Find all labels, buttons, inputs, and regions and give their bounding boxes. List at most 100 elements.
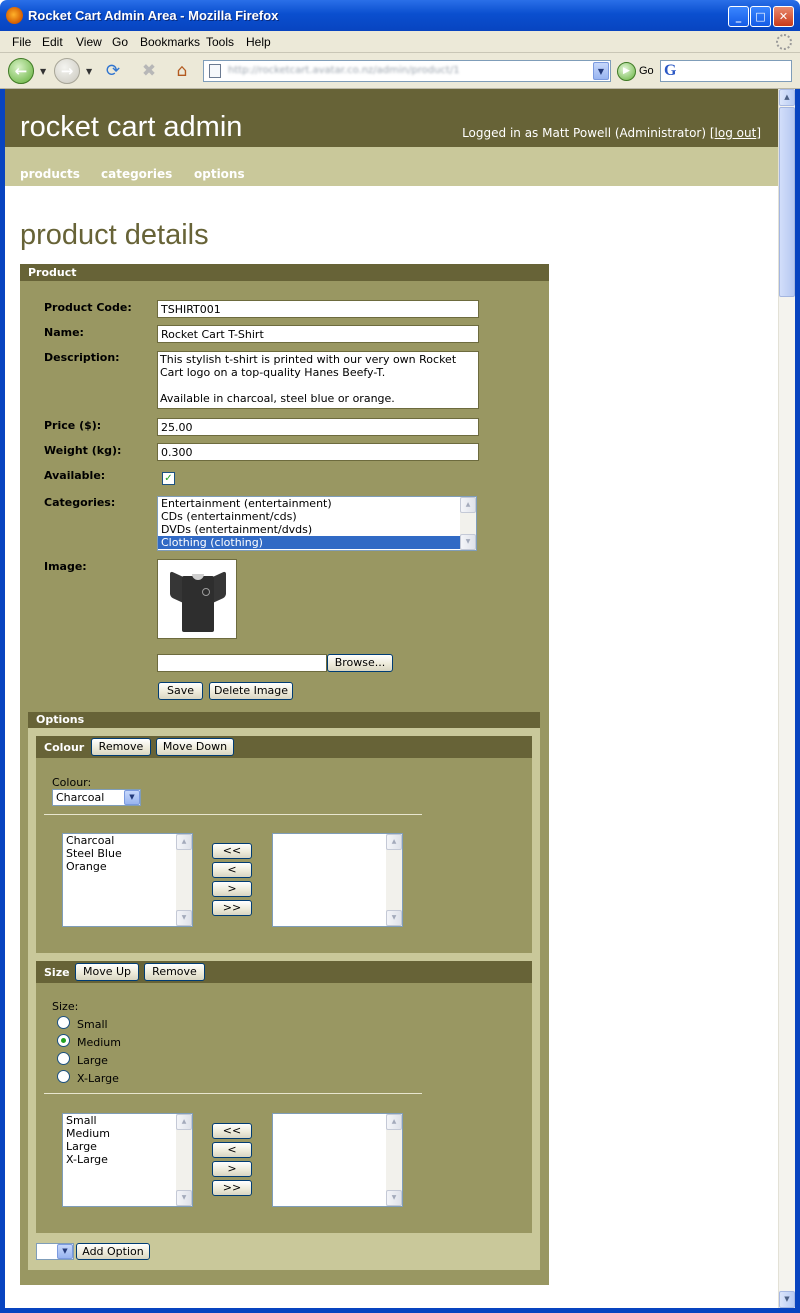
- scroll-thumb[interactable]: [779, 107, 795, 297]
- scroll-down-icon[interactable]: ▼: [386, 910, 402, 926]
- scroll-down-icon[interactable]: ▼: [779, 1291, 795, 1308]
- colour-select[interactable]: Charcoal ▼: [52, 789, 141, 806]
- size-selected-listbox[interactable]: ▲ ▼: [272, 1113, 403, 1207]
- move-all-left-button[interactable]: <<: [212, 1123, 252, 1139]
- categories-scrollbar[interactable]: ▲ ▼: [460, 497, 476, 550]
- go-arrow-icon[interactable]: ▶: [617, 62, 636, 81]
- nav-options[interactable]: options: [194, 167, 245, 181]
- google-search-icon[interactable]: G: [664, 62, 676, 80]
- nav-categories[interactable]: categories: [101, 167, 172, 181]
- move-left-button[interactable]: <: [212, 862, 252, 878]
- scroll-down-icon[interactable]: ▼: [176, 1190, 192, 1206]
- size-radio-medium[interactable]: [57, 1034, 70, 1047]
- scroll-up-icon[interactable]: ▲: [779, 89, 795, 106]
- url-text: http://rocketcart.avatar.co.nz/admin/pro…: [228, 65, 460, 76]
- chevron-down-icon[interactable]: ▼: [124, 790, 140, 805]
- colour-move-down-button[interactable]: Move Down: [156, 738, 234, 756]
- size-remove-button[interactable]: Remove: [144, 963, 205, 981]
- category-option[interactable]: Entertainment (entertainment): [158, 497, 476, 510]
- weight-input[interactable]: 0.300: [157, 443, 479, 461]
- size-radio-xlarge[interactable]: [57, 1070, 70, 1083]
- image-file-input[interactable]: [157, 654, 327, 672]
- size-move-up-button[interactable]: Move Up: [75, 963, 139, 981]
- close-button[interactable]: ✕: [773, 6, 794, 27]
- list-item[interactable]: Large: [63, 1140, 192, 1153]
- size-field-label: Size:: [52, 1000, 79, 1013]
- categories-listbox[interactable]: Entertainment (entertainment) CDs (enter…: [157, 496, 477, 551]
- colour-selected-listbox[interactable]: ▲ ▼: [272, 833, 403, 927]
- move-all-right-button[interactable]: >>: [212, 900, 252, 916]
- move-all-left-button[interactable]: <<: [212, 843, 252, 859]
- browse-button[interactable]: Browse...: [327, 654, 393, 672]
- category-option[interactable]: CDs (entertainment/cds): [158, 510, 476, 523]
- menu-file[interactable]: File: [12, 35, 31, 49]
- menu-bookmarks[interactable]: Bookmarks: [140, 35, 200, 49]
- address-bar[interactable]: http://rocketcart.avatar.co.nz/admin/pro…: [203, 60, 611, 82]
- scroll-down-icon[interactable]: ▼: [176, 910, 192, 926]
- size-radio-small[interactable]: [57, 1016, 70, 1029]
- list-item[interactable]: Medium: [63, 1127, 192, 1140]
- back-arrow-icon[interactable]: ←: [8, 58, 34, 84]
- menu-edit[interactable]: Edit: [42, 35, 63, 49]
- list-item[interactable]: Orange: [63, 860, 192, 873]
- menu-help[interactable]: Help: [246, 35, 271, 49]
- colour-option-name: Colour: [44, 741, 85, 754]
- description-textarea[interactable]: This stylish t-shirt is printed with our…: [157, 351, 479, 409]
- list-item[interactable]: Small: [63, 1114, 192, 1127]
- listbox-scrollbar[interactable]: ▲ ▼: [386, 834, 402, 926]
- description-line: Available in charcoal, steel blue or ora…: [160, 392, 395, 405]
- name-input[interactable]: Rocket Cart T-Shirt: [157, 325, 479, 343]
- back-dropdown-icon[interactable]: ▼: [40, 67, 46, 76]
- add-option-select[interactable]: ▼: [36, 1243, 74, 1260]
- tshirt-image: [170, 570, 226, 632]
- page-scrollbar[interactable]: ▲ ▼: [778, 89, 795, 1308]
- colour-remove-button[interactable]: Remove: [91, 738, 151, 756]
- scroll-down-icon[interactable]: ▼: [386, 1190, 402, 1206]
- move-all-right-button[interactable]: >>: [212, 1180, 252, 1196]
- minimize-button[interactable]: _: [728, 6, 749, 27]
- scroll-down-icon[interactable]: ▼: [460, 534, 476, 550]
- list-item[interactable]: Steel Blue: [63, 847, 192, 860]
- size-option-panel: Size Move Up Remove Size: Small Medium L…: [36, 961, 532, 1233]
- page-viewport: rocket cart admin Logged in as Matt Powe…: [5, 89, 778, 1308]
- listbox-scrollbar[interactable]: ▲ ▼: [176, 1114, 192, 1206]
- size-radio-large[interactable]: [57, 1052, 70, 1065]
- menu-tools[interactable]: Tools: [206, 35, 234, 49]
- logout-link[interactable]: log out: [715, 126, 757, 140]
- product-code-input[interactable]: TSHIRT001: [157, 300, 479, 318]
- save-button[interactable]: Save: [158, 682, 203, 700]
- menu-go[interactable]: Go: [112, 35, 128, 49]
- add-option-button[interactable]: Add Option: [76, 1243, 150, 1260]
- maximize-button[interactable]: □: [750, 6, 771, 27]
- url-dropdown-icon[interactable]: ▼: [593, 62, 609, 80]
- forward-dropdown-icon[interactable]: ▼: [86, 67, 92, 76]
- go-button-label[interactable]: Go: [639, 65, 654, 77]
- delete-image-button[interactable]: Delete Image: [209, 682, 293, 700]
- nav-products[interactable]: products: [20, 167, 80, 181]
- size-available-listbox[interactable]: Small Medium Large X-Large ▲ ▼: [62, 1113, 193, 1207]
- listbox-scrollbar[interactable]: ▲ ▼: [386, 1114, 402, 1206]
- reload-icon[interactable]: ⟳: [101, 59, 125, 83]
- scroll-up-icon[interactable]: ▲: [176, 1114, 192, 1130]
- stop-icon[interactable]: ✖: [137, 59, 161, 83]
- move-right-button[interactable]: >: [212, 881, 252, 897]
- category-option[interactable]: DVDs (entertainment/dvds): [158, 523, 476, 536]
- category-option-selected[interactable]: Clothing (clothing): [158, 536, 460, 549]
- scroll-up-icon[interactable]: ▲: [460, 497, 476, 513]
- move-right-button[interactable]: >: [212, 1161, 252, 1177]
- listbox-scrollbar[interactable]: ▲ ▼: [176, 834, 192, 926]
- move-left-button[interactable]: <: [212, 1142, 252, 1158]
- price-input[interactable]: 25.00: [157, 418, 479, 436]
- colour-available-listbox[interactable]: Charcoal Steel Blue Orange ▲ ▼: [62, 833, 193, 927]
- scroll-up-icon[interactable]: ▲: [386, 834, 402, 850]
- search-input[interactable]: G: [660, 60, 792, 82]
- scroll-up-icon[interactable]: ▲: [386, 1114, 402, 1130]
- scroll-up-icon[interactable]: ▲: [176, 834, 192, 850]
- home-icon[interactable]: ⌂: [170, 59, 194, 83]
- menu-view[interactable]: View: [76, 35, 102, 49]
- list-item[interactable]: Charcoal: [63, 834, 192, 847]
- available-checkbox[interactable]: ✓: [162, 472, 175, 485]
- forward-arrow-icon[interactable]: →: [54, 58, 80, 84]
- list-item[interactable]: X-Large: [63, 1153, 192, 1166]
- chevron-down-icon[interactable]: ▼: [57, 1244, 73, 1259]
